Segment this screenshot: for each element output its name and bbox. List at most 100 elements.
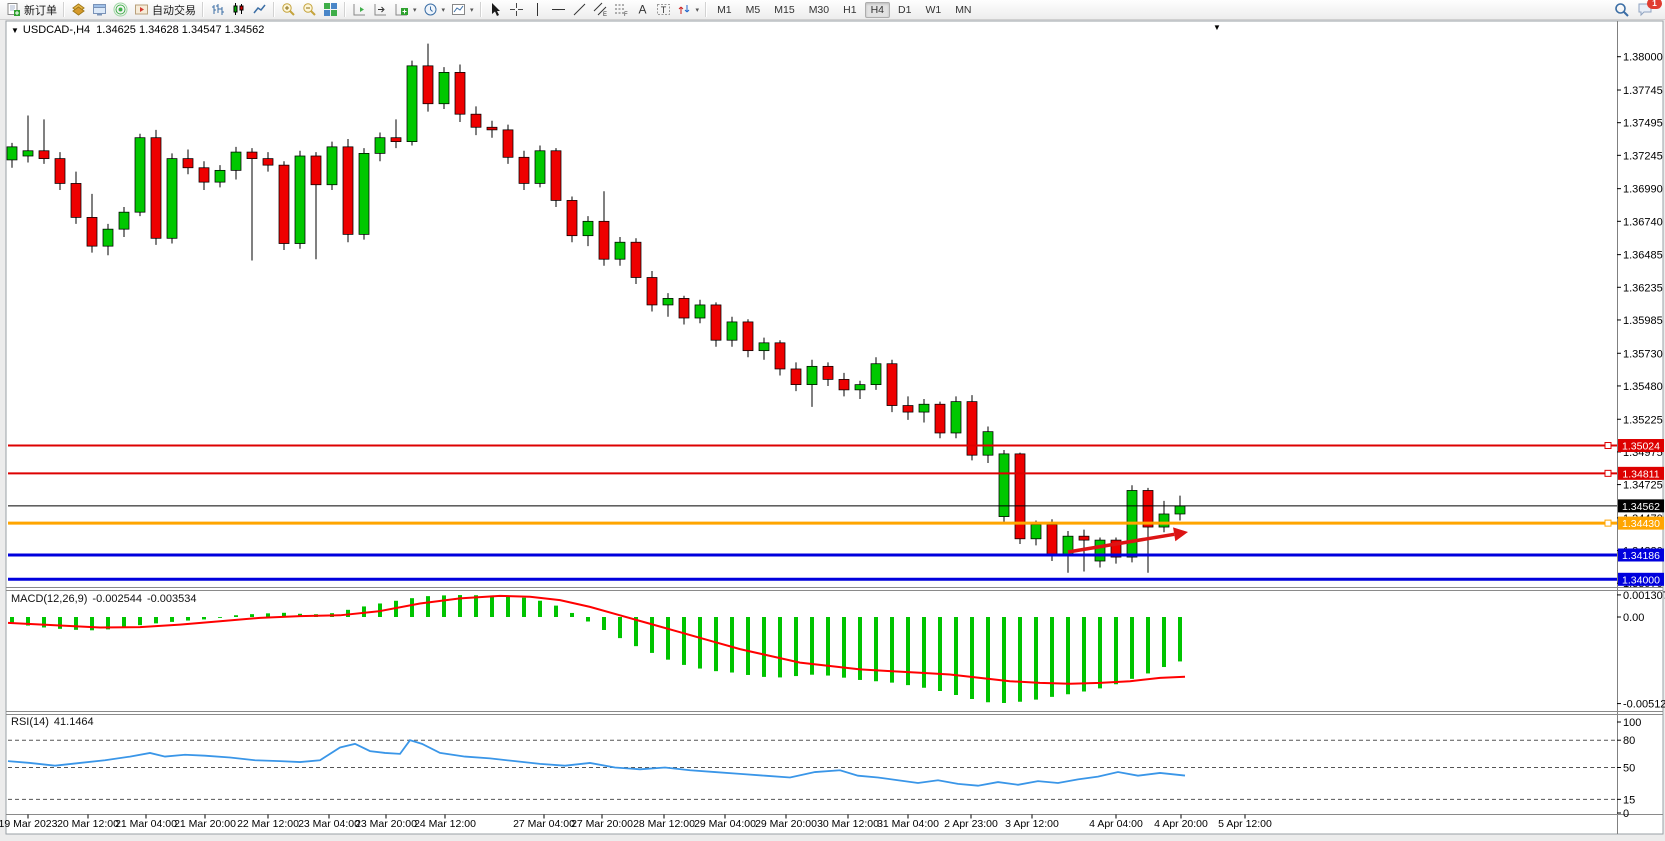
search-icon[interactable] [1614, 2, 1629, 17]
svg-text:1.36740: 1.36740 [1623, 216, 1663, 228]
timeframe-d1[interactable]: D1 [892, 2, 917, 18]
svg-text:29 Mar 04:00: 29 Mar 04:00 [694, 818, 756, 830]
bar-chart-button[interactable] [207, 0, 228, 19]
fibonacci-button[interactable]: F [611, 0, 632, 19]
svg-text:27 Mar 04:00: 27 Mar 04:00 [513, 818, 575, 830]
vline-icon [530, 2, 545, 17]
svg-text:1.38000: 1.38000 [1623, 52, 1663, 64]
svg-text:F: F [624, 12, 628, 17]
svg-text:100: 100 [1623, 717, 1641, 729]
text-button[interactable]: A [632, 0, 653, 19]
chart-window-frame [6, 21, 1663, 834]
line-chart-button[interactable] [249, 0, 270, 19]
svg-text:1.34811: 1.34811 [1622, 468, 1659, 480]
symbol-dropdown-icon[interactable]: ▼ [11, 26, 19, 35]
zoom-out-button[interactable] [299, 0, 320, 19]
line-chart-icon [252, 2, 267, 17]
svg-text:80: 80 [1623, 735, 1635, 747]
candle-chart-icon [231, 2, 246, 17]
chart-ohlc-values: 1.34625 1.34628 1.34547 1.34562 [96, 24, 264, 36]
timeframe-m5[interactable]: M5 [740, 2, 767, 18]
svg-text:1.36485: 1.36485 [1623, 250, 1663, 262]
channel-button[interactable]: E [590, 0, 611, 19]
label-icon: T [656, 2, 671, 17]
dropdown-arrow-icon[interactable]: ▾ [470, 6, 474, 14]
arrow-shapes-icon [677, 2, 692, 17]
rsi-name: RSI(14) [11, 716, 49, 728]
dropdown-arrow-icon[interactable]: ▾ [696, 6, 700, 14]
svg-text:1.35730: 1.35730 [1623, 348, 1663, 360]
svg-text:50: 50 [1623, 763, 1635, 775]
svg-text:4 Apr 20:00: 4 Apr 20:00 [1154, 818, 1208, 830]
level-handle [1605, 520, 1611, 526]
signals-button[interactable] [110, 0, 131, 19]
indicators-icon [394, 2, 409, 17]
chart-shift-button[interactable] [370, 0, 391, 19]
vline-button[interactable] [527, 0, 548, 19]
indicators-button[interactable]: ▾ [391, 0, 420, 19]
shapes-button[interactable]: ▾ [674, 0, 703, 19]
svg-text:1.34000: 1.34000 [1622, 574, 1660, 586]
tile-windows-button[interactable] [320, 0, 341, 19]
timeframe-m30[interactable]: M30 [803, 2, 835, 18]
timeframe-h1[interactable]: H1 [837, 2, 862, 18]
svg-text:23 Mar 04:00: 23 Mar 04:00 [298, 818, 360, 830]
autotrading-button[interactable]: 自动交易 [131, 0, 199, 19]
clock-icon [423, 2, 438, 17]
signal-icon [113, 2, 128, 17]
candle-chart-button[interactable] [228, 0, 249, 19]
rsi-indicator-label: RSI(14)41.1464 [11, 716, 99, 728]
layers-icon [71, 2, 86, 17]
notifications-button[interactable]: 1 [1637, 2, 1654, 17]
toolbar-separator [344, 2, 346, 17]
auto-scroll-button[interactable] [349, 0, 370, 19]
timeframe-m1[interactable]: M1 [711, 2, 738, 18]
crosshair-icon [509, 2, 524, 17]
crosshair-button[interactable] [506, 0, 527, 19]
market-depth-button[interactable] [68, 0, 89, 19]
cursor-button[interactable] [485, 0, 506, 19]
tile-windows-icon [323, 2, 338, 17]
template-icon [451, 2, 466, 17]
svg-text:0.00: 0.00 [1623, 612, 1644, 624]
timeframe-h4[interactable]: H4 [865, 2, 890, 18]
toolbar-separator [480, 2, 482, 17]
auto-scroll-icon [352, 2, 367, 17]
svg-text:1.35480: 1.35480 [1623, 381, 1663, 393]
dropdown-arrow-icon[interactable]: ▾ [413, 6, 417, 14]
bar-chart-icon [210, 2, 225, 17]
svg-text:21 Mar 20:00: 21 Mar 20:00 [174, 818, 236, 830]
chart-canvas[interactable]: 1.380001.377451.374951.372451.369901.367… [0, 0, 1665, 841]
macd-value-main: -0.002544 [92, 593, 142, 605]
periods-button[interactable]: ▾ [420, 0, 449, 19]
svg-text:1.36990: 1.36990 [1623, 184, 1663, 196]
svg-text:1.37495: 1.37495 [1623, 118, 1663, 130]
svg-text:1.34562: 1.34562 [1622, 501, 1660, 513]
dropdown-arrow-icon[interactable]: ▾ [442, 6, 446, 14]
zoom-in-button[interactable] [278, 0, 299, 19]
chart-shift-icon [373, 2, 388, 17]
main-toolbar: 新订单 自动交易 ▾ ▾ ▾ E FAT ▾ M1M5M15M30H1H4D1W1MN 1 [0, 0, 1665, 20]
toolbar-right-group: 1 [1614, 2, 1662, 17]
macd-name: MACD(12,26,9) [11, 593, 87, 605]
svg-text:31 Mar 04:00: 31 Mar 04:00 [877, 818, 939, 830]
timeframe-mn[interactable]: MN [949, 2, 977, 18]
svg-text:2 Apr 23:00: 2 Apr 23:00 [944, 818, 998, 830]
new-order-button-label: 新订单 [24, 2, 57, 18]
terminal-button[interactable] [89, 0, 110, 19]
timeframe-w1[interactable]: W1 [919, 2, 947, 18]
svg-text:0: 0 [1623, 808, 1629, 820]
svg-text:1.34186: 1.34186 [1622, 550, 1660, 562]
channel-icon: E [593, 2, 608, 17]
timeframe-m15[interactable]: M15 [768, 2, 800, 18]
trendline-button[interactable] [569, 0, 590, 19]
toolbar-separator [273, 2, 275, 17]
hline-button[interactable] [548, 0, 569, 19]
terminal-icon [92, 2, 107, 17]
templates-button[interactable]: ▾ [448, 0, 477, 19]
new-order-icon [6, 2, 21, 17]
svg-text:1.35985: 1.35985 [1623, 315, 1663, 327]
svg-text:21 Mar 04:00: 21 Mar 04:00 [115, 818, 177, 830]
label-button[interactable]: T [653, 0, 674, 19]
new-order-button[interactable]: 新订单 [3, 0, 60, 19]
